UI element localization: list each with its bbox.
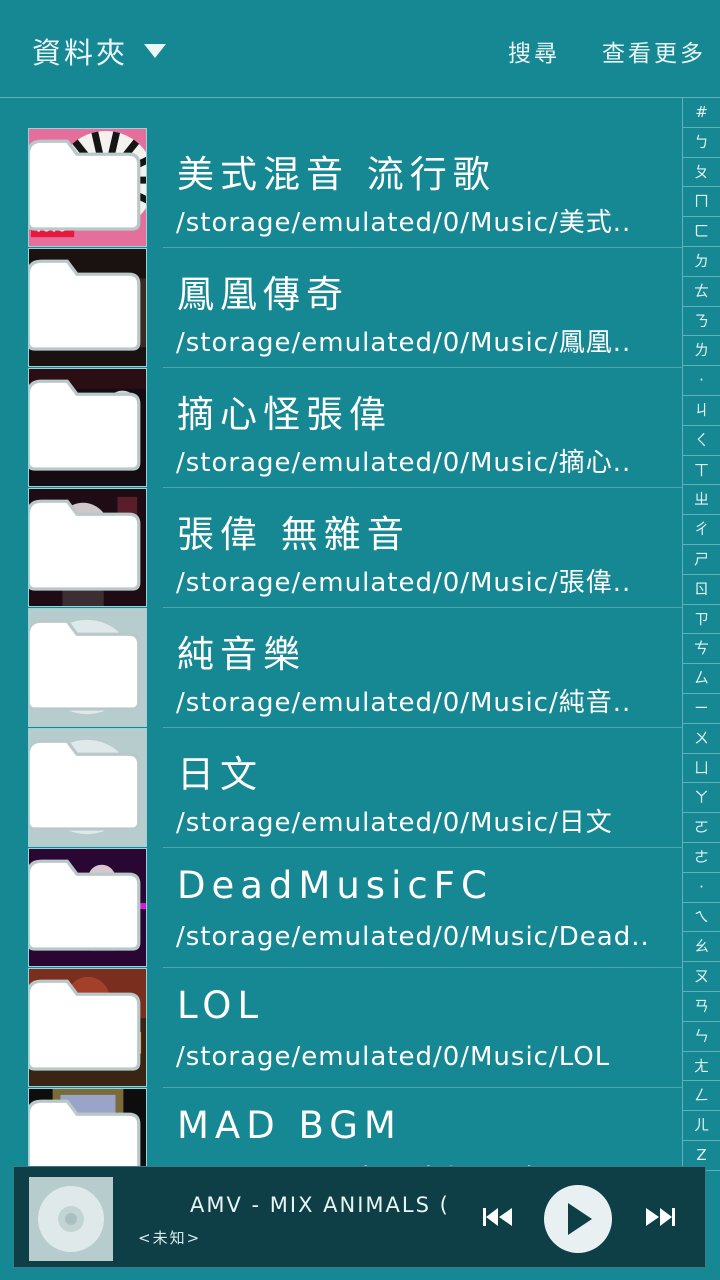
folder-row[interactable]: DeadMusicFC/storage/emulated/0/Music/Dea…: [0, 818, 682, 968]
index-letter[interactable]: ㄡ: [683, 962, 720, 992]
now-playing-title: AMV - MIX ANIMALS (: [190, 1193, 446, 1217]
folder-name: 日文: [177, 753, 263, 796]
player-album-art[interactable]: [29, 1177, 113, 1261]
folder-row[interactable]: vevo美式混音 流行歌/storage/emulated/0/Music/美式…: [0, 98, 682, 248]
search-button[interactable]: 搜尋: [508, 34, 560, 68]
index-letter[interactable]: ㄩ: [683, 754, 720, 784]
index-letter[interactable]: ㄣ: [683, 1022, 720, 1052]
folder-name: DeadMusicFC: [177, 864, 493, 907]
index-letter[interactable]: ㄢ: [683, 992, 720, 1022]
top-bar: 資料夾 搜尋 查看更多: [0, 0, 720, 98]
folder-row[interactable]: 鳳凰傳奇/storage/emulated/0/Music/鳳凰..: [0, 218, 682, 368]
index-letter[interactable]: ㄋ: [683, 307, 720, 337]
next-icon: [646, 1208, 675, 1226]
folder-row[interactable]: 摘心怪張偉/storage/emulated/0/Music/摘心..: [0, 338, 682, 488]
index-letter[interactable]: ㄐ: [683, 396, 720, 426]
index-letter[interactable]: ㄔ: [683, 515, 720, 545]
index-letter[interactable]: ㄠ: [683, 932, 720, 963]
folder-name: LOL: [177, 984, 265, 1027]
disc-icon: [29, 1177, 113, 1261]
folder-row[interactable]: 日文/storage/emulated/0/Music/日文: [0, 698, 682, 848]
folder-name: 美式混音 流行歌: [177, 153, 496, 196]
index-letter[interactable]: ㄑ: [683, 426, 720, 456]
folder-row[interactable]: MAD BGM/storage/emulated/0/Music/MAD..: [0, 1058, 682, 1166]
index-letter[interactable]: ㄟ: [683, 903, 720, 933]
mini-player[interactable]: AMV - MIX ANIMALS ( <未知>: [13, 1166, 706, 1268]
index-letter[interactable]: ㄒ: [683, 456, 720, 486]
index-letter[interactable]: ·: [683, 873, 720, 903]
folder-name: 純音樂: [177, 633, 306, 676]
index-letter[interactable]: ㄕ: [683, 545, 720, 575]
folder-row[interactable]: LOL/storage/emulated/0/Music/LOL: [0, 938, 682, 1088]
index-letter[interactable]: ㄛ: [683, 813, 720, 843]
view-more-button[interactable]: 查看更多: [602, 34, 706, 68]
index-letter[interactable]: ㄅ: [683, 128, 720, 158]
index-letter[interactable]: ㄨ: [683, 724, 720, 754]
play-button[interactable]: [544, 1185, 612, 1253]
index-letter[interactable]: ㄇ: [683, 187, 720, 218]
index-letter[interactable]: ㄜ: [683, 843, 720, 873]
index-letter[interactable]: ㄘ: [683, 634, 720, 665]
next-button[interactable]: [642, 1199, 678, 1235]
index-letter[interactable]: ㄓ: [683, 485, 720, 516]
folder-list[interactable]: vevo美式混音 流行歌/storage/emulated/0/Music/美式…: [0, 98, 682, 1166]
folder-icon: [29, 1099, 141, 1166]
now-playing-artist: <未知>: [138, 1229, 202, 1247]
index-sidebar[interactable]: # ㄅㄆㄇㄈㄉㄊㄋㄌ · ㄐㄑㄒㄓㄔㄕㄖㄗㄘㄙㄧㄨㄩㄚㄛㄜ · ㄟㄠㄡㄢㄣㄤㄥㄦ Z: [682, 98, 720, 1171]
index-letter[interactable]: ㄥ: [683, 1081, 720, 1112]
folder-name: MAD BGM: [177, 1104, 402, 1147]
index-letter[interactable]: ㄤ: [683, 1052, 720, 1082]
folder-dropdown[interactable]: 資料夾: [32, 30, 167, 72]
index-letter[interactable]: ㄆ: [683, 158, 720, 188]
index-letter[interactable]: ·: [683, 366, 720, 396]
index-letter[interactable]: ㄊ: [683, 277, 720, 307]
folder-name: 鳳凰傳奇: [177, 273, 349, 316]
index-letter[interactable]: ㄧ: [683, 694, 720, 724]
index-letter[interactable]: ㄖ: [683, 575, 720, 605]
index-letter[interactable]: #: [683, 98, 720, 128]
previous-button[interactable]: [480, 1199, 516, 1235]
index-letter[interactable]: ㄗ: [683, 605, 720, 635]
folder-name: 張偉 無雜音: [177, 513, 410, 556]
index-letter[interactable]: ㄉ: [683, 247, 720, 277]
index-letter[interactable]: ㄌ: [683, 336, 720, 367]
index-letter[interactable]: ㄈ: [683, 217, 720, 247]
play-icon: [568, 1203, 592, 1235]
folder-name: 摘心怪張偉: [177, 393, 392, 436]
folder-thumbnail[interactable]: [28, 1088, 147, 1166]
index-letter[interactable]: ㄦ: [683, 1111, 720, 1141]
folder-row[interactable]: 純音樂/storage/emulated/0/Music/純音..: [0, 578, 682, 728]
folder-dropdown-label: 資料夾: [32, 36, 129, 70]
folder-row[interactable]: 張偉 無雜音/storage/emulated/0/Music/張偉..: [0, 458, 682, 608]
index-letter[interactable]: ㄙ: [683, 664, 720, 694]
previous-icon: [483, 1208, 512, 1226]
index-letter[interactable]: ㄚ: [683, 783, 720, 814]
caret-down-icon: [144, 44, 167, 58]
